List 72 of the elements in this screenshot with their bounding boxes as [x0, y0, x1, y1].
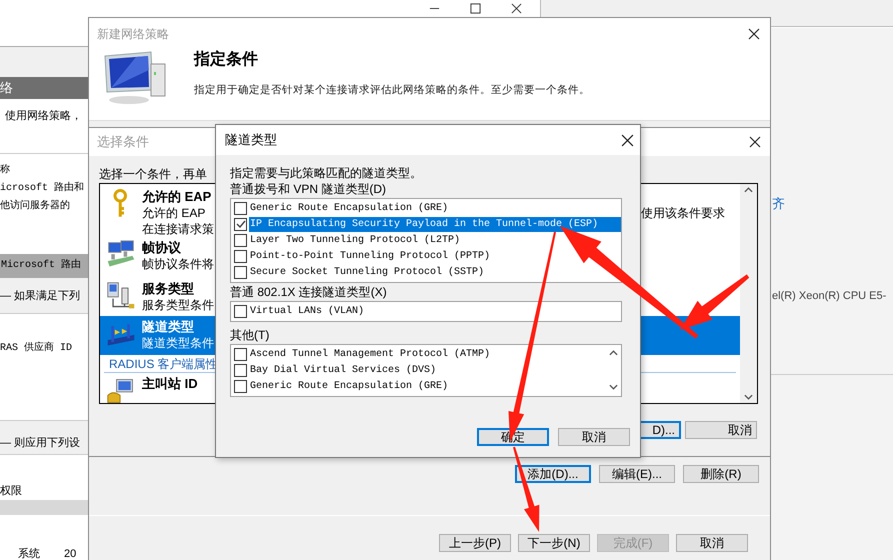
intro-text: 使用网络策略，	[5, 110, 82, 122]
condition-description: 帧协议条件将	[142, 256, 214, 272]
condition-title: 隧道类型	[142, 319, 195, 335]
detail-text: 称	[0, 163, 11, 178]
list-item[interactable]: Virtual LANs (VLAN)	[249, 304, 621, 318]
list-item[interactable]: IP Encapsulating Security Payload in the Tunnel-mode (ESP)	[249, 216, 621, 232]
list-item[interactable]: Generic Route Encapsulation (GRE)	[249, 200, 621, 216]
condition-description: 使用该条件要求	[641, 205, 725, 221]
detail-text: icrosoft 路由和	[0, 180, 86, 196]
dialog-button[interactable]: 删除(R)	[683, 465, 759, 483]
wizard-button[interactable]: 取消	[676, 534, 748, 552]
close-icon[interactable]	[748, 28, 760, 40]
instruction-text: 选择一个条件，再单	[99, 166, 207, 182]
close-icon[interactable]	[749, 136, 761, 148]
checkbox[interactable]	[234, 234, 247, 246]
table-cell: 20	[64, 548, 76, 560]
list-item[interactable]: Generic Route Encapsulation (GRE)	[249, 378, 605, 394]
close-icon[interactable]	[511, 3, 522, 14]
dialog-button[interactable]: 编辑(E)...	[599, 465, 675, 483]
section-heading: — 则应用下列设	[0, 436, 80, 450]
scroll-up-icon[interactable]	[608, 350, 618, 356]
condition-title: 允许的 EAP	[142, 189, 212, 205]
setting-item: 权限	[0, 484, 22, 498]
list-item[interactable]: Layer Two Tunneling Protocol (L2TP)	[249, 232, 621, 248]
group-label: 普通拨号和 VPN 隧道类型(D)	[230, 181, 387, 197]
condition-icon	[106, 281, 136, 311]
checkbox[interactable]	[234, 218, 247, 230]
checkbox[interactable]	[234, 380, 247, 392]
detail-text: 他访问服务器的	[0, 198, 71, 214]
group-label: 其他(T)	[230, 327, 270, 343]
page-heading: 指定条件	[194, 50, 259, 70]
condition-title: 主叫站 ID	[142, 376, 198, 392]
page-description: 指定用于确定是否针对某个连接请求评估此网络策略的条件。至少需要一个条件。	[194, 83, 590, 97]
dialog-button[interactable]: 取消	[558, 428, 630, 446]
list-item[interactable]: Ascend Tunnel Management Protocol (ATMP)	[249, 346, 605, 362]
condition-title: 服务类型	[142, 281, 195, 297]
processor-info: el(R) Xeon(R) CPU E5-	[771, 289, 886, 304]
wizard-button[interactable]: 下一步(N)	[518, 534, 590, 552]
section-header: 络	[0, 77, 88, 99]
dialog-button[interactable]: 添加(D)...	[515, 465, 591, 483]
checkbox[interactable]	[234, 364, 247, 376]
condition-icon	[106, 376, 136, 403]
wizard-button[interactable]: 上一步(P)	[439, 534, 511, 552]
window-title: 选择条件	[97, 133, 149, 152]
condition-description: 隧道类型条件	[142, 335, 214, 351]
link[interactable]: 齐	[771, 196, 893, 212]
policy-bar: Microsoft 路由	[0, 254, 88, 278]
attribute-name: RAS 供应商 ID	[0, 342, 74, 356]
close-icon[interactable]	[621, 134, 634, 146]
checkbox[interactable]	[234, 348, 247, 360]
scroll-down-icon[interactable]	[744, 394, 753, 400]
window-title: 新建网络策略	[97, 26, 169, 42]
list-item[interactable]: Bay Dial Virtual Services (DVS)	[249, 362, 605, 378]
list-item[interactable]: Point-to-Point Tunneling Protocol (PPTP)	[249, 248, 621, 264]
group-label: 普通 802.1X 连接隧道类型(X)	[230, 284, 388, 300]
checkbox[interactable]	[234, 266, 247, 278]
condition-description: 服务类型条件	[142, 297, 214, 313]
scroll-up-icon[interactable]	[744, 187, 753, 193]
maximize-icon[interactable]	[470, 3, 481, 14]
condition-description: 允许的 EAP	[142, 205, 206, 221]
condition-title: 帧协议	[142, 240, 182, 256]
dialog-button[interactable]: 取消	[685, 421, 757, 439]
scroll-down-icon[interactable]	[608, 384, 618, 390]
window-title: 隧道类型	[225, 131, 277, 150]
checkbox[interactable]	[234, 202, 247, 214]
checkbox[interactable]	[234, 304, 247, 318]
instruction-text: 指定需要与此策略匹配的隧道类型。	[230, 165, 423, 181]
checkbox[interactable]	[234, 250, 247, 262]
section-heading: — 如果满足下列	[0, 288, 80, 302]
scrollbar[interactable]	[740, 184, 757, 403]
condition-description: 在连接请求策	[142, 221, 214, 237]
table-cell: 系统	[18, 548, 40, 560]
